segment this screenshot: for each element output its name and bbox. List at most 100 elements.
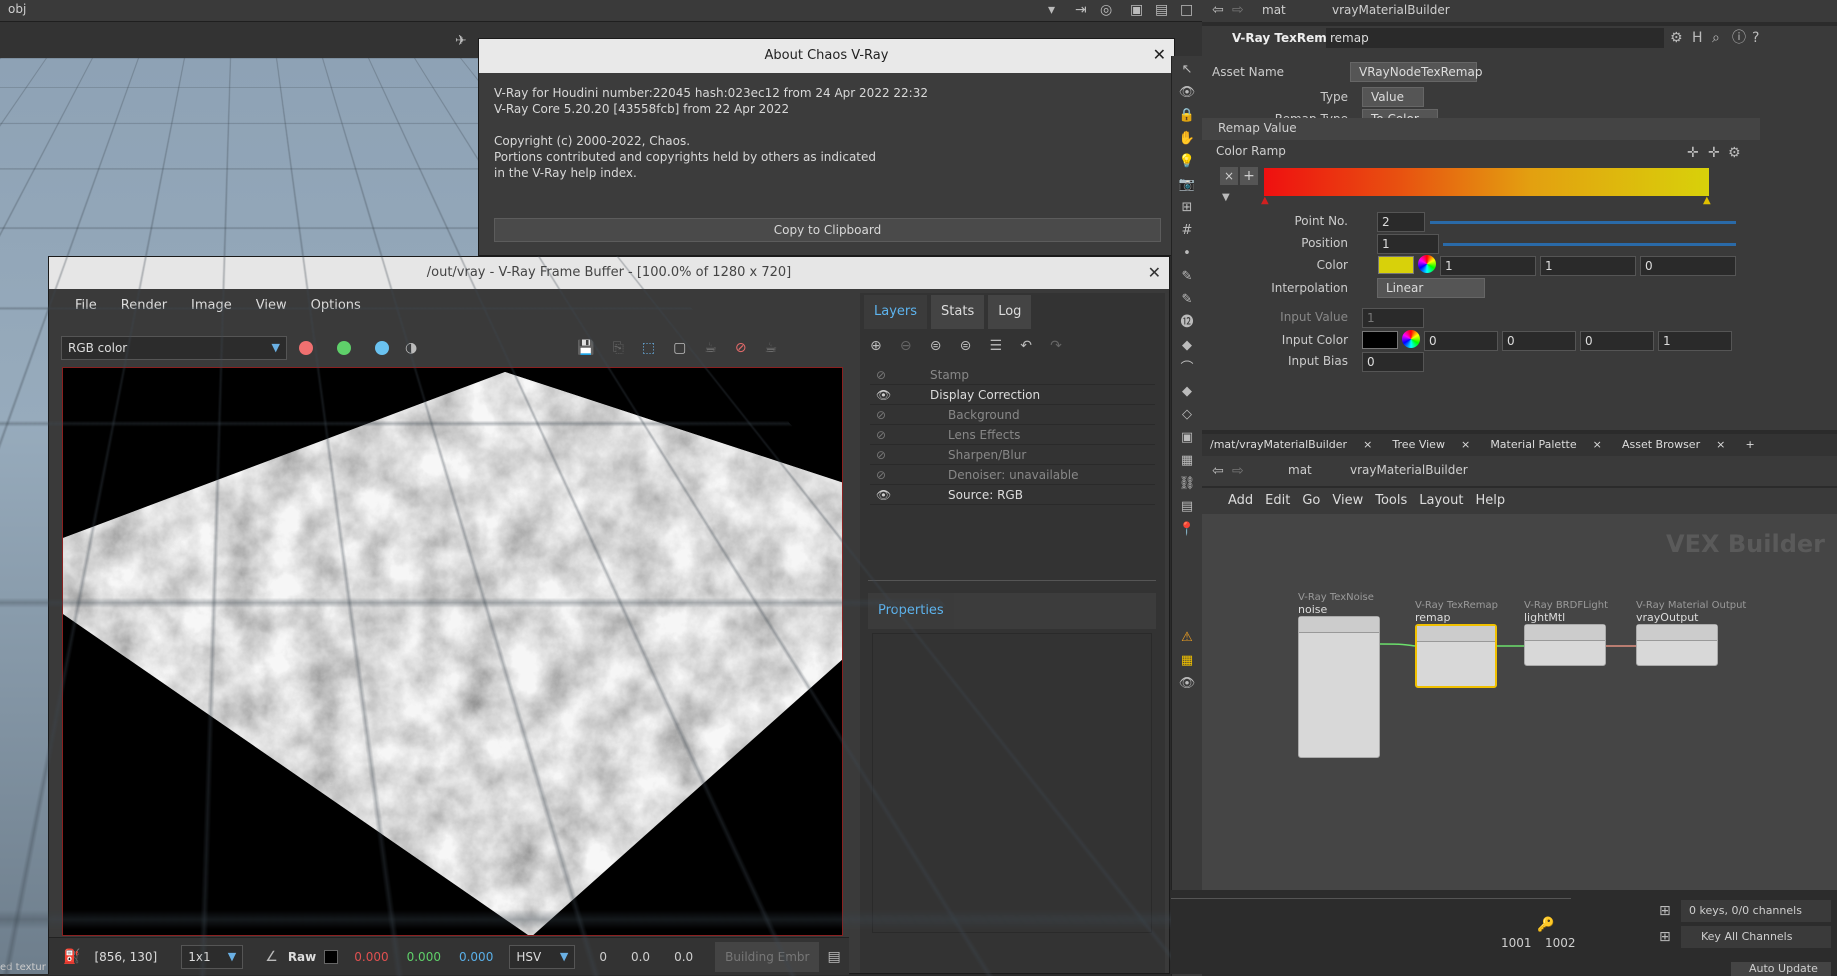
channel-select[interactable]: RGB color ▼ <box>61 336 287 360</box>
point-no-field[interactable]: 2 <box>1377 212 1425 232</box>
node-name-field[interactable]: remap <box>1326 28 1664 48</box>
load-icon[interactable]: ⎘ <box>613 339 624 357</box>
key-icon[interactable]: 🔑 <box>1537 916 1554 934</box>
forward-icon[interactable]: ⇨ <box>1232 1 1244 19</box>
interpolation-select[interactable]: Linear <box>1377 278 1485 298</box>
save-layers-icon[interactable]: ⊜ <box>930 337 942 355</box>
layer-lens-effects[interactable]: ⊘ Lens Effects <box>870 425 1155 445</box>
path-mat[interactable]: mat <box>1262 3 1286 17</box>
add-point-icon[interactable]: ✛ <box>1687 144 1699 162</box>
tab-close-icon[interactable]: × <box>1708 434 1733 456</box>
search-icon[interactable]: ⌕ <box>1712 29 1720 47</box>
splitter[interactable] <box>868 580 1156 584</box>
tab-tree-view[interactable]: Tree View <box>1384 434 1453 456</box>
layer-display-correction[interactable]: 👁 Display Correction <box>870 385 1155 405</box>
menu-go[interactable]: Go <box>1296 488 1326 514</box>
chevron-down-icon[interactable]: ▼ <box>1222 189 1230 207</box>
position-field[interactable]: 1 <box>1377 234 1439 254</box>
layer-source-rgb[interactable]: 👁 Source: RGB <box>870 485 1155 505</box>
angle-icon[interactable]: ∠ <box>265 948 278 966</box>
question-icon[interactable]: ? <box>1752 29 1759 47</box>
pin-icon[interactable]: ⛽ <box>63 948 80 966</box>
ramp-key-start[interactable]: ▲ <box>1261 195 1269 206</box>
tab-close-icon[interactable]: × <box>1585 434 1610 456</box>
layer-sharpen-blur[interactable]: ⊘ Sharpen/Blur <box>870 445 1155 465</box>
network-editor[interactable]: VEX Builder V-Ray TexNoise noise V-Ray T… <box>1202 514 1837 890</box>
select-icon[interactable]: ↖ <box>1172 61 1202 79</box>
eye-icon[interactable]: 👁 <box>1172 675 1202 693</box>
input-color-b[interactable]: 0 <box>1580 331 1654 351</box>
forward-icon[interactable]: ⇨ <box>1232 462 1244 480</box>
color-swatch[interactable] <box>1378 256 1414 274</box>
box-icon[interactable]: ▦ <box>1172 452 1202 470</box>
region-select-icon[interactable]: ⬚ <box>642 339 655 357</box>
camera-icon[interactable]: 📷 <box>1172 176 1202 194</box>
eye-icon[interactable]: 👁 <box>876 385 892 405</box>
link-icon[interactable]: ⛓ <box>1172 475 1202 493</box>
close-icon[interactable]: ✕ <box>1153 45 1166 64</box>
teapot-icon[interactable]: ☕ <box>704 339 717 357</box>
asset-name-select[interactable]: VRayNodeTexRemap <box>1350 62 1477 82</box>
curve-icon[interactable]: ⌒ <box>1172 360 1202 378</box>
visibility-icon[interactable]: ⊘ <box>876 365 892 385</box>
light-icon[interactable]: 💡 <box>1172 153 1202 171</box>
insert-point-icon[interactable]: ✛ <box>1708 144 1720 162</box>
menu-image[interactable]: Image <box>179 289 244 323</box>
tab-log[interactable]: Log <box>988 295 1031 329</box>
layout-icon[interactable]: ▦ <box>1172 652 1202 670</box>
redo-icon[interactable]: ↷ <box>1050 337 1062 355</box>
tab-close-icon[interactable]: × <box>1355 434 1380 456</box>
input-value-field[interactable]: 1 <box>1362 308 1424 328</box>
camera-icon[interactable]: ✈ <box>455 32 467 50</box>
close-icon[interactable]: ✕ <box>1148 263 1161 282</box>
camera-icon[interactable]: ▤ <box>1172 498 1202 516</box>
menu-tools[interactable]: Tools <box>1369 488 1413 514</box>
tab-network-path[interactable]: /mat/vrayMaterialBuilder <box>1202 434 1355 456</box>
color-b-field[interactable]: 0 <box>1640 256 1736 276</box>
grid-icon[interactable]: # <box>1172 222 1202 240</box>
load-layers-icon[interactable]: ⊜ <box>960 337 972 355</box>
info-icon[interactable]: ⓘ <box>1732 29 1746 47</box>
menu-help[interactable]: Help <box>1469 488 1511 514</box>
path-builder[interactable]: vrayMaterialBuilder <box>1350 463 1468 477</box>
color-picker-icon[interactable] <box>1402 330 1420 348</box>
handle-icon[interactable]: ✋ <box>1172 130 1202 148</box>
number-icon[interactable]: ⓬ <box>1172 314 1202 332</box>
menu-render[interactable]: Render <box>109 289 179 323</box>
eye-icon[interactable]: 👁 <box>876 485 892 505</box>
pin-icon[interactable]: 📍 <box>1172 521 1202 539</box>
target-icon[interactable]: ◎ <box>1100 1 1112 19</box>
menu-layout[interactable]: Layout <box>1413 488 1469 514</box>
tab-asset-browser[interactable]: Asset Browser <box>1614 434 1708 456</box>
layer-stamp[interactable]: ⊘ Stamp <box>870 365 1155 385</box>
add-point-button[interactable]: + <box>1240 167 1258 185</box>
red-channel-button[interactable] <box>299 341 313 355</box>
cubes-icon[interactable]: ▤ <box>1155 1 1168 19</box>
visibility-icon[interactable]: ⊘ <box>876 445 892 465</box>
zoom-select[interactable]: 1x1 ▼ <box>181 945 243 969</box>
visibility-icon[interactable]: ⊘ <box>876 405 892 425</box>
square-icon[interactable]: □ <box>1180 1 1193 19</box>
gear-icon[interactable]: ⚙ <box>1670 29 1683 47</box>
warning-icon[interactable]: ⚠ <box>1172 629 1202 647</box>
menu-view[interactable]: View <box>1326 488 1369 514</box>
path-mat[interactable]: mat <box>1288 463 1312 477</box>
keys-channels-button[interactable]: 0 keys, 0/0 channels <box>1681 900 1831 922</box>
brush-icon[interactable]: ✎ <box>1172 291 1202 309</box>
cube-icon[interactable]: ▣ <box>1130 1 1143 19</box>
tab-close-icon[interactable]: × <box>1453 434 1478 456</box>
input-color-g[interactable]: 0 <box>1502 331 1576 351</box>
panel-icon[interactable]: ▤ <box>827 948 840 966</box>
chevron-down-icon[interactable]: ▾ <box>1048 1 1055 19</box>
keys-icon[interactable]: ⊞ <box>1659 902 1671 920</box>
visibility-icon[interactable]: ⊘ <box>876 465 892 485</box>
shape-icon[interactable]: ◆ <box>1172 337 1202 355</box>
point-no-slider[interactable] <box>1430 221 1736 224</box>
stop-render-icon[interactable]: ⊘ <box>735 339 747 357</box>
tab-layers[interactable]: Layers <box>864 295 927 329</box>
menu-add[interactable]: Add <box>1222 488 1259 514</box>
ramp-key-end[interactable]: ▲ <box>1703 195 1711 206</box>
type-select[interactable]: Value <box>1362 87 1424 107</box>
render-view[interactable] <box>62 367 843 936</box>
input-color-a[interactable]: 1 <box>1658 331 1732 351</box>
